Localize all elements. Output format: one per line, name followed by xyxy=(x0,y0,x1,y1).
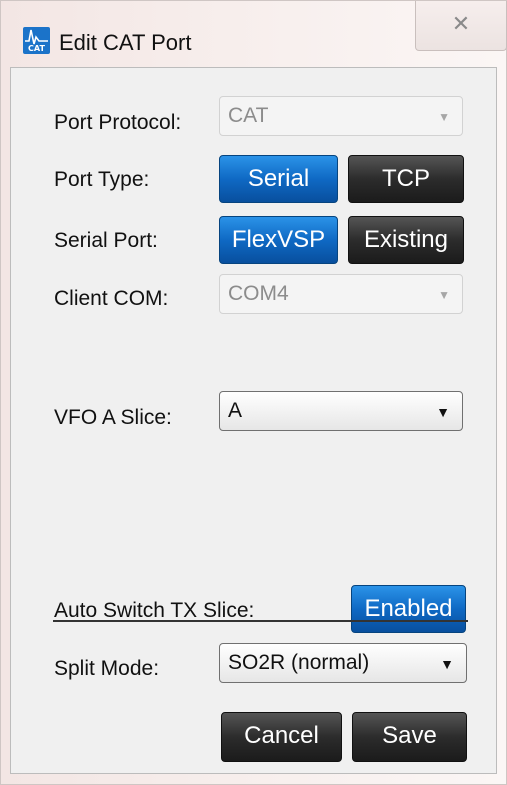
chevron-down-icon: ▼ xyxy=(436,404,450,420)
port-type-tcp-button[interactable]: TCP xyxy=(348,155,464,203)
chevron-down-icon: ▼ xyxy=(438,110,450,124)
save-button[interactable]: Save xyxy=(352,712,467,762)
serial-port-existing-button[interactable]: Existing xyxy=(348,216,464,264)
port-protocol-label: Port Protocol: xyxy=(54,111,182,134)
app-icon-label: CAT xyxy=(28,44,45,53)
client-com-value: COM4 xyxy=(228,282,289,305)
serial-port-flexvsp-button[interactable]: FlexVSP xyxy=(219,216,338,264)
vfo-a-slice-value: A xyxy=(228,399,243,422)
cat-app-icon: CAT xyxy=(23,27,50,54)
close-icon: ✕ xyxy=(451,11,471,36)
cancel-button[interactable]: Cancel xyxy=(221,712,342,762)
divider xyxy=(53,620,468,622)
port-protocol-select: CAT ▼ xyxy=(219,96,463,136)
serial-port-label: Serial Port: xyxy=(54,229,158,252)
auto-switch-tx-enabled-button[interactable]: Enabled xyxy=(351,585,466,633)
title-bar[interactable]: CAT Edit CAT Port ✕ xyxy=(1,1,507,67)
close-button[interactable]: ✕ xyxy=(415,1,507,51)
port-protocol-value: CAT xyxy=(228,104,269,127)
vfo-a-slice-select[interactable]: A ▼ xyxy=(219,391,463,431)
client-com-label: Client COM: xyxy=(54,287,169,310)
edit-cat-port-dialog: CAT Edit CAT Port ✕ Port Protocol: CAT ▼… xyxy=(0,0,507,785)
window-title: Edit CAT Port xyxy=(59,30,192,55)
vfo-a-slice-label: VFO A Slice: xyxy=(54,406,172,429)
split-mode-value: SO2R (normal) xyxy=(228,651,370,674)
split-mode-label: Split Mode: xyxy=(54,657,160,680)
chevron-down-icon: ▼ xyxy=(438,288,450,302)
client-com-select: COM4 ▼ xyxy=(219,274,463,314)
chevron-down-icon: ▼ xyxy=(440,656,454,672)
dialog-body: Port Protocol: CAT ▼ Port Type: Serial T… xyxy=(10,67,497,774)
port-type-serial-button[interactable]: Serial xyxy=(219,155,338,203)
split-mode-select[interactable]: SO2R (normal) ▼ xyxy=(219,643,467,683)
port-type-label: Port Type: xyxy=(54,168,150,191)
